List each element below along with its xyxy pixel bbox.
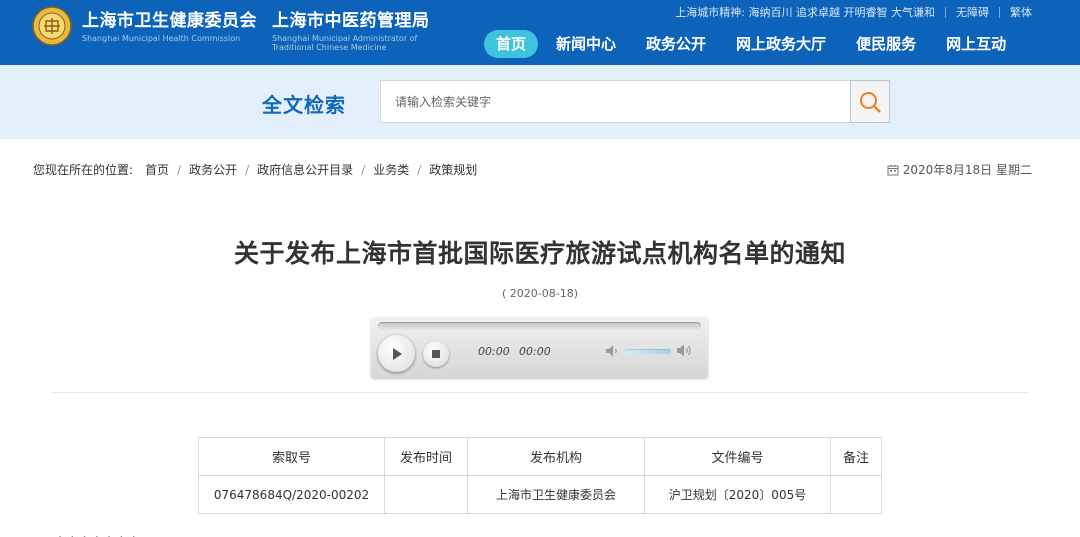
- org-name-en: Shanghai Municipal Health Commission: [82, 34, 241, 43]
- divider: [945, 6, 946, 18]
- breadcrumb-item-business[interactable]: 业务类: [373, 161, 409, 178]
- breadcrumb-item-info-catalog[interactable]: 政府信息公开目录: [257, 161, 353, 178]
- content-divider: [52, 392, 1028, 393]
- org-name-cn: 上海市中医药管理局: [272, 11, 430, 31]
- header-index-number: 索取号: [198, 437, 385, 476]
- top-utility-bar: 上海城市精神: 海纳百川 追求卓越 开明睿智 大气谦和 无障碍 繁体: [675, 4, 1032, 20]
- search-button[interactable]: [850, 80, 890, 123]
- calendar-icon: [887, 164, 899, 175]
- divider: [999, 6, 1000, 18]
- breadcrumb-separator: /: [177, 162, 182, 177]
- audio-player: 00:00 00:00: [371, 317, 708, 378]
- accessibility-link[interactable]: 无障碍: [956, 4, 989, 20]
- site-header: 上海市卫生健康委员会 Shanghai Municipal Health Com…: [0, 0, 1080, 65]
- org-name-en: Shanghai Municipal Administrator of Trad…: [272, 34, 418, 52]
- body-text-clipped: · · · · · · ·: [58, 531, 138, 537]
- org-brand-health-commission[interactable]: 上海市卫生健康委员会 Shanghai Municipal Health Com…: [82, 6, 257, 43]
- breadcrumb: 您现在所在的位置: 首页 / 政务公开 / 政府信息公开目录 / 业务类 / 政…: [33, 161, 477, 178]
- search-input[interactable]: [380, 80, 851, 123]
- breadcrumb-separator: /: [361, 162, 366, 177]
- cell-publish-time: [384, 475, 468, 514]
- volume-slider[interactable]: [625, 349, 671, 354]
- nav-item-public-services[interactable]: 便民服务: [844, 30, 928, 58]
- nav-item-online-interaction[interactable]: 网上互动: [934, 30, 1018, 58]
- article-title: 关于发布上海市首批国际医疗旅游试点机构名单的通知: [233, 239, 846, 268]
- play-button[interactable]: [378, 335, 415, 372]
- volume-high-icon[interactable]: [676, 343, 694, 358]
- document-info-table: 索取号 发布时间 发布机构 文件编号 备注 076478684Q/2020-00…: [198, 437, 882, 514]
- play-icon: [392, 347, 402, 360]
- header-publish-time: 发布时间: [384, 437, 468, 476]
- breadcrumb-label: 您现在所在的位置:: [33, 163, 134, 177]
- city-spirit-text: 上海城市精神: 海纳百川 追求卓越 开明睿智 大气谦和: [675, 6, 935, 19]
- health-commission-emblem-icon[interactable]: [32, 6, 72, 46]
- table-header-row: 索取号 发布时间 发布机构 文件编号 备注: [198, 437, 882, 476]
- cell-remarks: [830, 475, 882, 514]
- current-date-text: 2020年8月18日 星期二: [902, 163, 1032, 177]
- org-brand-tcm-administration[interactable]: 上海市中医药管理局 Shanghai Municipal Administrat…: [272, 6, 442, 52]
- audio-progress-bar[interactable]: [378, 322, 701, 330]
- table-row: 076478684Q/2020-00202 上海市卫生健康委员会 沪卫规划〔20…: [198, 475, 882, 514]
- breadcrumb-item-home[interactable]: 首页: [145, 161, 169, 178]
- search-icon: [860, 91, 881, 113]
- article-date: ( 2020-08-18): [501, 287, 578, 300]
- stop-icon: [432, 350, 440, 358]
- breadcrumb-separator: /: [245, 162, 250, 177]
- cell-publishing-agency: 上海市卫生健康委员会: [467, 475, 645, 514]
- stop-button[interactable]: [423, 341, 449, 367]
- breadcrumb-item-policy-planning[interactable]: 政策规划: [429, 161, 477, 178]
- breadcrumb-separator: /: [417, 162, 422, 177]
- nav-item-online-services-hall[interactable]: 网上政务大厅: [724, 30, 838, 58]
- current-time: 00:00: [478, 345, 510, 358]
- current-date: 2020年8月18日 星期二: [887, 161, 1032, 178]
- nav-item-government-affairs[interactable]: 政务公开: [634, 30, 718, 58]
- search-title: 全文检索: [262, 93, 346, 117]
- org-name-cn: 上海市卫生健康委员会: [82, 11, 257, 31]
- header-remarks: 备注: [830, 437, 882, 476]
- header-document-number: 文件编号: [644, 437, 831, 476]
- nav-item-news-center[interactable]: 新闻中心: [544, 30, 628, 58]
- nav-item-home[interactable]: 首页: [484, 30, 539, 58]
- volume-low-icon[interactable]: [605, 344, 621, 358]
- traditional-chinese-link[interactable]: 繁体: [1010, 4, 1032, 20]
- duration: 00:00: [519, 345, 551, 358]
- cell-index-number: 076478684Q/2020-00202: [198, 475, 385, 514]
- breadcrumb-item-government-affairs[interactable]: 政务公开: [189, 161, 237, 178]
- main-nav: 首页 新闻中心 政务公开 网上政务大厅 便民服务 网上互动: [484, 30, 1024, 58]
- header-publishing-agency: 发布机构: [467, 437, 645, 476]
- cell-document-number: 沪卫规划〔2020〕005号: [644, 475, 831, 514]
